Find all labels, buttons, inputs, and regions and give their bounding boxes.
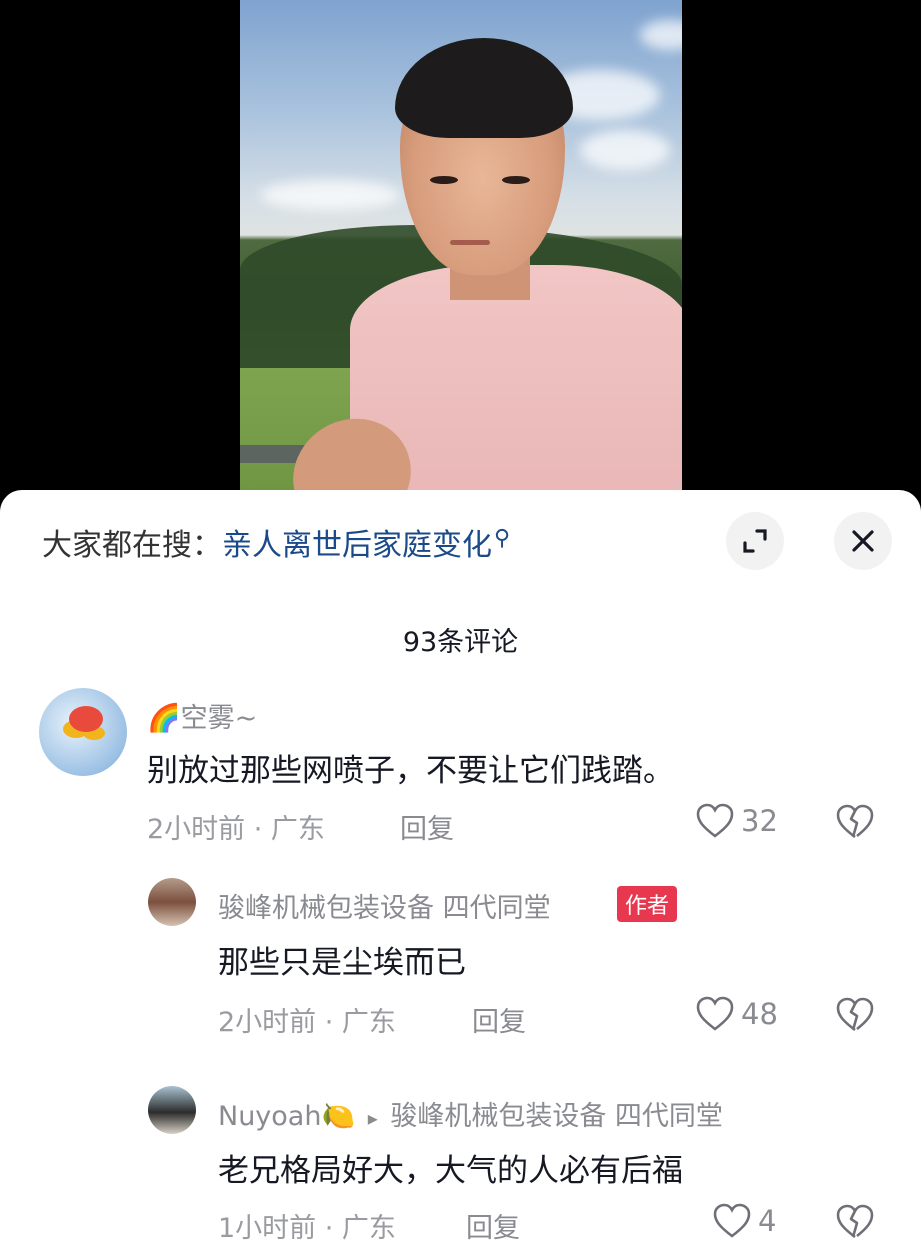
reply-username[interactable]: 骏峰机械包装设备 四代同堂 [218, 886, 551, 925]
like-button[interactable]: 4 [712, 1202, 776, 1240]
reply-button[interactable]: 回复 [400, 807, 454, 846]
reply-to-username[interactable]: 骏峰机械包装设备 四代同堂 [390, 1101, 723, 1132]
author-badge: 作者 [617, 886, 678, 922]
comment-text: 别放过那些网喷子，不要让它们践踏。 [147, 753, 674, 789]
search-icon[interactable]: ⚲ [494, 526, 510, 551]
heart-icon [713, 1203, 751, 1238]
comment-count: 93条评论 [402, 627, 519, 658]
comment-meta: 2小时前 · 广东 [218, 1007, 396, 1038]
heart-icon [696, 803, 734, 838]
like-count: 4 [758, 1204, 777, 1238]
comment-sheet: 大家都在搜：亲人离世后家庭变化⚲ 93条评论 🌈空雾~ 别放过那些网喷子，不要让… [0, 490, 921, 1243]
like-button[interactable]: 32 [695, 802, 778, 840]
reply-button[interactable]: 回复 [466, 1206, 520, 1243]
comment-meta: 2小时前 · 广东 [147, 814, 325, 845]
expand-button[interactable] [726, 512, 784, 570]
reply-button[interactable]: 回复 [472, 1000, 526, 1039]
comment-username[interactable]: 🌈空雾~ [147, 696, 257, 735]
heart-icon [696, 996, 734, 1031]
close-button[interactable] [834, 512, 892, 570]
broken-heart-icon [836, 1204, 874, 1239]
broken-heart-icon [836, 804, 874, 839]
dislike-button[interactable] [835, 803, 875, 845]
close-icon [852, 530, 874, 552]
expand-icon [743, 529, 767, 553]
dislike-button[interactable] [835, 996, 875, 1038]
comment-text: 老兄格局好大，大气的人必有后福 [218, 1153, 683, 1189]
comment-meta: 1小时前 · 广东 [218, 1213, 396, 1243]
comment-text: 那些只是尘埃而已 [218, 945, 466, 981]
broken-heart-icon [836, 997, 874, 1032]
avatar[interactable] [148, 1086, 196, 1134]
dislike-button[interactable] [835, 1203, 875, 1243]
avatar[interactable] [148, 878, 196, 926]
reply-username[interactable]: Nuyoah🍋 ▸ 骏峰机械包装设备 四代同堂 [218, 1094, 723, 1133]
reply-username-text[interactable]: Nuyoah🍋 [218, 1101, 355, 1132]
video-frame[interactable] [240, 0, 682, 500]
like-button[interactable]: 48 [695, 995, 778, 1033]
avatar[interactable] [39, 688, 127, 776]
hot-search-query[interactable]: 亲人离世后家庭变化 [222, 528, 492, 563]
like-count: 32 [741, 804, 778, 838]
video-area[interactable] [0, 0, 921, 500]
hot-search-prefix: 大家都在搜： [42, 528, 222, 563]
like-count: 48 [741, 997, 778, 1031]
hot-search-bar[interactable]: 大家都在搜：亲人离世后家庭变化⚲ [42, 520, 510, 564]
reply-arrow-icon: ▸ [367, 1106, 378, 1130]
